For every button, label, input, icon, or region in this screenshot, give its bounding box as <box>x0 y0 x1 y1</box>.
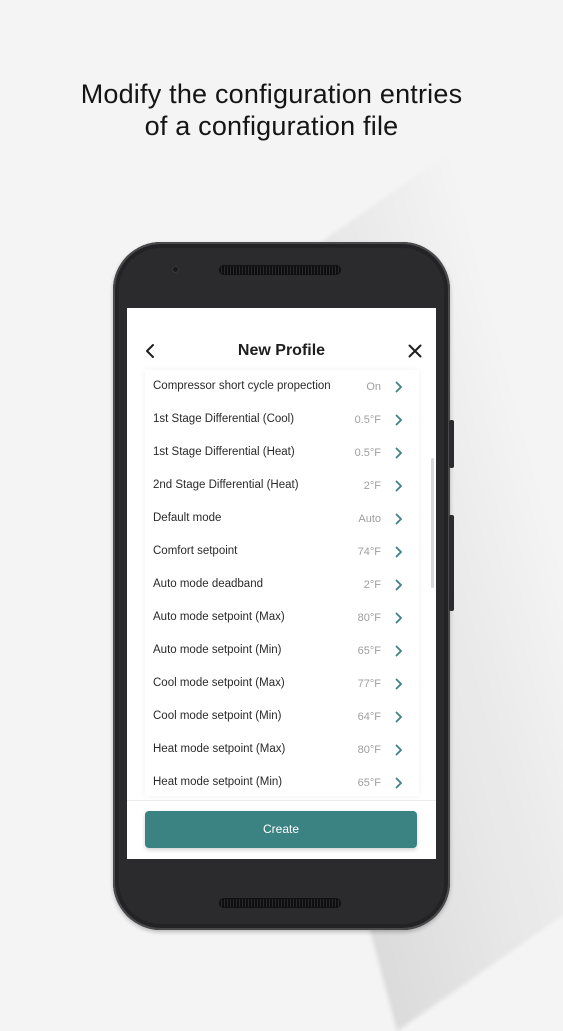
settings-row[interactable]: 2nd Stage Differential (Heat) 2°F <box>145 469 419 502</box>
settings-row[interactable]: Cool mode setpoint (Max) 77°F <box>145 667 419 700</box>
page-title: New Profile <box>237 342 326 359</box>
setting-value: 77°F <box>357 678 381 690</box>
settings-row[interactable]: Compressor short cycle propection On <box>145 370 419 403</box>
headline-line-1: Modify the configuration entries <box>80 79 463 109</box>
setting-label: Heat mode setpoint (Min) <box>153 776 283 788</box>
scrollbar[interactable] <box>431 458 434 588</box>
chevron-right-icon <box>395 744 402 756</box>
chevron-right-icon <box>395 513 402 525</box>
chevron-right-icon <box>395 546 402 558</box>
page-headline: Modify the configuration entries of a co… <box>0 78 543 142</box>
settings-row[interactable]: Auto mode setpoint (Max) 80°F <box>145 601 419 634</box>
setting-value: 65°F <box>357 777 381 789</box>
setting-value: 2°F <box>363 480 381 492</box>
setting-value: 80°F <box>357 612 381 624</box>
headline-line-2: of a configuration file <box>144 111 399 141</box>
chevron-right-icon <box>395 447 402 459</box>
chevron-right-icon <box>395 678 402 690</box>
settings-row[interactable]: 1st Stage Differential (Heat) 0.5°F <box>145 436 419 469</box>
setting-value: 0.5°F <box>354 447 381 459</box>
chevron-right-icon <box>395 579 402 591</box>
setting-value: 74°F <box>357 546 381 558</box>
phone-side-button-upper <box>449 420 454 468</box>
setting-label: 1st Stage Differential (Heat) <box>153 446 295 458</box>
nav-bar: New Profile <box>127 334 436 370</box>
chevron-right-icon <box>395 645 402 657</box>
setting-value: Auto <box>358 513 381 525</box>
setting-label: Auto mode deadband <box>153 578 263 590</box>
setting-label: Auto mode setpoint (Max) <box>153 611 285 623</box>
app-screen: New Profile Compressor short cycle prope… <box>127 308 436 859</box>
setting-label: Compressor short cycle propection <box>153 380 331 392</box>
top-speaker-grille <box>219 265 341 275</box>
settings-row[interactable]: Default mode Auto <box>145 502 419 535</box>
setting-label: Comfort setpoint <box>153 545 238 557</box>
footer-bar: Create <box>127 800 436 859</box>
setting-value: 80°F <box>357 744 381 756</box>
phone-side-button-lower <box>449 515 454 611</box>
chevron-right-icon <box>395 711 402 723</box>
settings-row[interactable]: Comfort setpoint 74°F <box>145 535 419 568</box>
settings-row[interactable]: 1st Stage Differential (Cool) 0.5°F <box>145 403 419 436</box>
setting-value: 64°F <box>357 711 381 723</box>
chevron-right-icon <box>395 414 402 426</box>
setting-label: Default mode <box>153 512 222 524</box>
setting-value: 0.5°F <box>354 414 381 426</box>
close-icon[interactable] <box>406 342 424 360</box>
chevron-right-icon <box>395 777 402 789</box>
setting-label: 2nd Stage Differential (Heat) <box>153 479 299 491</box>
setting-label: 1st Stage Differential (Cool) <box>153 413 295 425</box>
chevron-right-icon <box>395 381 402 393</box>
setting-value: 65°F <box>357 645 381 657</box>
settings-row[interactable]: Auto mode setpoint (Min) 65°F <box>145 634 419 667</box>
create-button[interactable]: Create <box>145 811 417 848</box>
front-camera <box>172 266 179 273</box>
settings-row[interactable]: Heat mode setpoint (Min) 65°F <box>145 766 419 796</box>
setting-label: Auto mode setpoint (Min) <box>153 644 282 656</box>
settings-list: Compressor short cycle propection On 1st S… <box>145 370 419 796</box>
setting-label: Heat mode setpoint (Max) <box>153 743 286 755</box>
setting-label: Cool mode setpoint (Max) <box>153 677 285 689</box>
setting-value: On <box>366 381 381 393</box>
settings-row[interactable]: Auto mode deadband 2°F <box>145 568 419 601</box>
chevron-right-icon <box>395 480 402 492</box>
setting-value: 2°F <box>363 579 381 591</box>
settings-row[interactable]: Cool mode setpoint (Min) 64°F <box>145 700 419 733</box>
setting-label: Cool mode setpoint (Min) <box>153 710 282 722</box>
settings-row[interactable]: Heat mode setpoint (Max) 80°F <box>145 733 419 766</box>
bottom-speaker-grille <box>219 898 341 908</box>
chevron-right-icon <box>395 612 402 624</box>
